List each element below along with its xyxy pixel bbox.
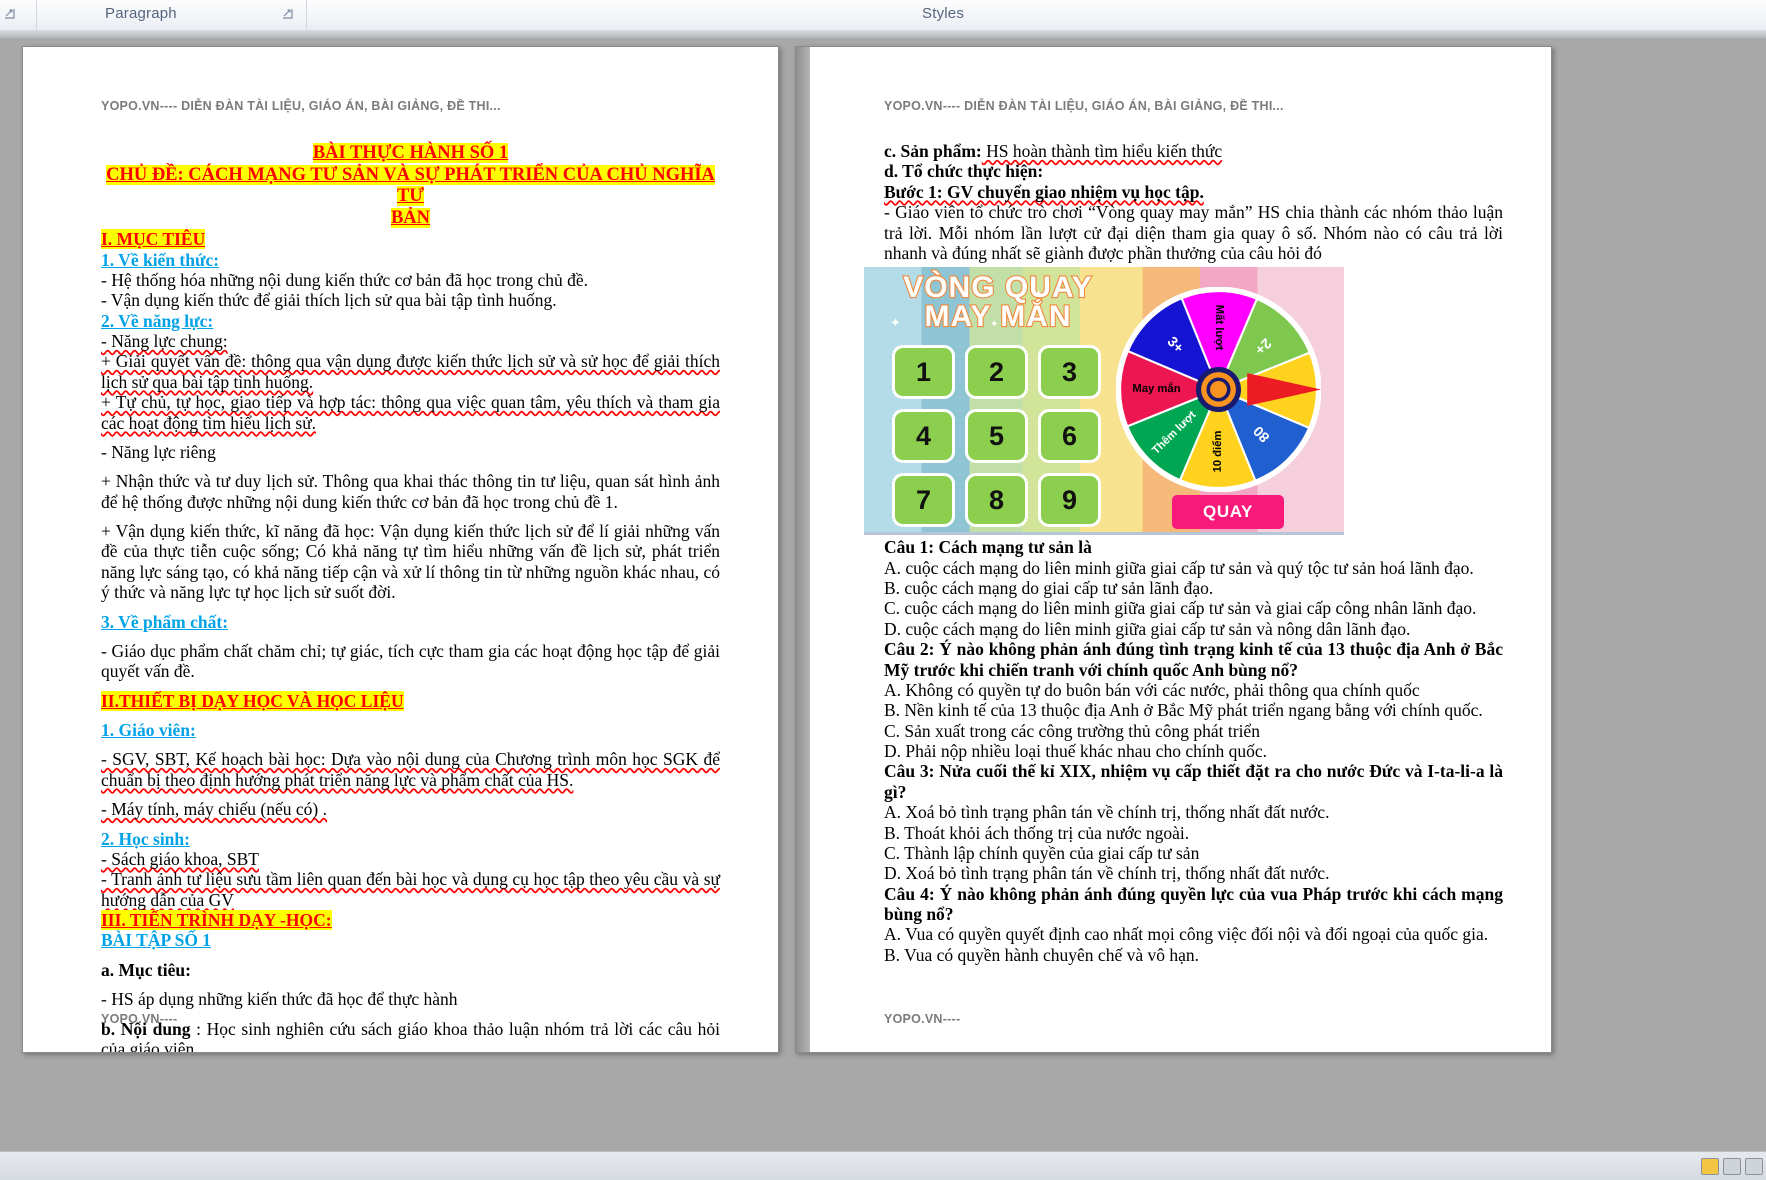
question-option: B. Thoát khỏi ách thống trị của nước ngo… — [884, 822, 1190, 843]
line-kien-thuc-1: - Hệ thống hóa những nội dung kiến thức … — [101, 269, 589, 290]
line-hoc-sinh-2: - Tranh ảnh tư liệu sưu tầm liên quan đế… — [101, 869, 720, 910]
status-bar[interactable] — [0, 1151, 1766, 1180]
ribbon-group-styles-label: Styles — [922, 5, 965, 22]
sparkle-icon: ✦ — [990, 319, 999, 331]
line-nang-luc-chung: - Năng lực chung: — [101, 331, 228, 352]
font-dialog-launcher-icon[interactable] — [4, 8, 15, 19]
number-cell-9[interactable]: 9 — [1038, 473, 1101, 528]
heading-muc-tieu: I. MỤC TIÊU — [101, 229, 206, 250]
doc-title-line1: BÀI THỰC HÀNH SỐ 1 — [312, 143, 509, 163]
line-giao-vien-1: - SGV, SBT, Kế hoạch bài học: Dựa vào nộ… — [101, 749, 720, 790]
view-mode-web-layout-icon[interactable] — [1723, 1158, 1741, 1175]
line-kien-thuc-2: - Vận dụng kiến thức để giải thích lịch … — [101, 290, 557, 311]
heading-a-muc-tieu: a. Mục tiêu: — [101, 959, 191, 980]
question-stem: Câu 1: Cách mạng tư sản là — [884, 537, 1092, 558]
line-nang-luc-rieng: - Năng lực riêng — [101, 441, 216, 462]
number-cell-4[interactable]: 4 — [892, 409, 955, 464]
heading-tien-trinh: III. TIẾN TRÌNH DẠY -HỌC: — [101, 910, 332, 931]
question-option: C. Thành lập chính quyền của giai cấp tư… — [884, 842, 1200, 863]
question-option: B. Vua có quyền hành chuyên chế và vô hạ… — [884, 944, 1199, 965]
question-list: Câu 1: Cách mạng tư sản là A. cuộc cách … — [884, 537, 1503, 965]
heading-hoc-sinh: 2. Học sinh: — [101, 828, 190, 849]
page-footer-left: YOPO.VN---- — [101, 1012, 178, 1026]
heading-kien-thuc: 1. Về kiến thức: — [101, 249, 220, 270]
wheel-hub-mid — [1201, 372, 1236, 408]
question-option: B. Nền kinh tế của 13 thuộc địa Anh ở Bắ… — [884, 700, 1483, 721]
question-stem: Câu 3: Nửa cuối thế kỉ XIX, nhiệm vụ cấp… — [884, 761, 1503, 802]
spin-wheel[interactable]: Mất lượt2+1+8010 điểmThêm lượtMay mắn3+ — [1116, 287, 1321, 493]
wheel-sector-label: 10 điểm — [1212, 431, 1224, 473]
line-nang-luc-4: + Vận dụng kiến thức, kĩ năng đã học: Vậ… — [101, 521, 720, 603]
ribbon-bar: Paragraph Styles — [0, 0, 1766, 31]
heading-pham-chat: 3. Về phẩm chất: — [101, 611, 229, 632]
spin-button[interactable]: QUAY — [1172, 495, 1284, 530]
heading-giao-vien: 1. Giáo viên: — [101, 720, 196, 741]
line-nang-luc-3: + Nhận thức và tư duy lịch sử. Thông qua… — [101, 471, 720, 512]
paragraph-dialog-launcher-icon[interactable] — [282, 8, 293, 19]
view-mode-print-layout-icon[interactable] — [1701, 1158, 1719, 1175]
line-giao-vien-2: - Máy tính, máy chiếu (nếu có) . — [101, 799, 327, 820]
question-option: D. Phải nộp nhiều loại thuế khác nhau ch… — [884, 741, 1267, 761]
line-d-to-chuc: d. Tổ chức thực hiện: — [884, 161, 1044, 182]
question-stem: Câu 2: Ý nào không phản ánh đúng tình tr… — [884, 639, 1503, 680]
document-page-left[interactable]: YOPO.VN---- DIỄN ĐÀN TÀI LIỆU, GIÁO ÁN, … — [22, 46, 779, 1053]
question-option: A. Không có quyền tự do buôn bán với các… — [884, 679, 1420, 700]
doc-title-line2: CHỦ ĐỀ: CÁCH MẠNG TƯ SẢN VÀ SỰ PHÁT TRIỂ… — [106, 164, 715, 207]
question-option: D. Xoá bỏ tình trạng phân tán về chính t… — [884, 863, 1330, 884]
line-c-san-pham: c. Sản phẩm: HS hoàn thành tìm hiểu kiến… — [884, 141, 1223, 161]
lucky-wheel-image[interactable]: VÒNG QUAY MAY MẮN ✦ ✦ ✦ 1 2 3 4 5 6 7 8 … — [864, 267, 1344, 536]
line-hoc-sinh-1: - Sách giáo khoa, SBT — [101, 848, 259, 869]
question-option: D. cuộc cách mạng do liên minh giữa giai… — [884, 618, 1411, 639]
number-cell-2[interactable]: 2 — [965, 345, 1028, 400]
ribbon-group-paragraph-label: Paragraph — [105, 5, 177, 22]
document-workspace[interactable]: YOPO.VN---- DIỄN ĐÀN TÀI LIỆU, GIÁO ÁN, … — [0, 38, 1766, 1158]
number-grid[interactable]: 1 2 3 4 5 6 7 8 9 — [892, 345, 1101, 528]
question-option: C. cuộc cách mạng do liên minh giữa giai… — [884, 598, 1477, 619]
question-option: A. Xoá bỏ tình trạng phân tán về chính t… — [884, 802, 1330, 823]
line-nang-luc-2: + Tự chủ, tự học, giao tiếp và hợp tác: … — [101, 392, 720, 433]
wheel-sector-label: Mất lượt — [1213, 305, 1225, 351]
number-cell-8[interactable]: 8 — [965, 473, 1028, 528]
question-option: C. Sản xuất trong các công trường thủ cô… — [884, 720, 1260, 741]
number-cell-7[interactable]: 7 — [892, 473, 955, 528]
line-buoc-1-body: - Giáo viên tổ chức trò chơi “Vòng quay … — [884, 202, 1503, 263]
doc-title-line3: BẢN — [390, 207, 431, 228]
line-pham-chat-1: - Giáo dục phẩm chất chăm chỉ; tự giác, … — [101, 640, 720, 682]
heading-thiet-bi: II.THIẾT BỊ DẠY HỌC VÀ HỌC LIỆU — [101, 690, 404, 711]
question-stem: Câu 4: Ý nào không phản ánh đúng quyền l… — [884, 883, 1503, 924]
ribbon-group-paragraph[interactable]: Paragraph — [37, 0, 307, 30]
number-cell-3[interactable]: 3 — [1038, 345, 1101, 400]
heading-bai-tap: BÀI TẬP SỐ 1 — [101, 930, 212, 951]
question-option: A. Vua có quyền quyết định cao nhất mọi … — [884, 924, 1489, 945]
document-page-right[interactable]: YOPO.VN---- DIỄN ĐÀN TÀI LIỆU, GIÁO ÁN, … — [795, 46, 1552, 1053]
ribbon-group-styles[interactable]: Styles — [307, 0, 1766, 30]
question-option: A. cuộc cách mạng do liên minh giữa giai… — [884, 557, 1474, 578]
heading-nang-luc: 2. Về năng lực: — [101, 310, 214, 331]
number-cell-5[interactable]: 5 — [965, 409, 1028, 464]
line-nang-luc-1: + Giải quyết vấn đề: thông qua vận dụng … — [101, 351, 720, 392]
line-a-1: - HS áp dụng những kiến thức đã học để t… — [101, 989, 458, 1010]
sparkle-icon: ✦ — [1034, 289, 1043, 301]
sparkle-icon: ✦ — [890, 315, 901, 331]
page-header-left: YOPO.VN---- DIỄN ĐÀN TÀI LIỆU, GIÁO ÁN, … — [101, 99, 501, 113]
heading-b-noi-dung: b. Nội dung : Học sinh nghiên cứu sách g… — [101, 1018, 720, 1053]
number-cell-6[interactable]: 6 — [1038, 409, 1101, 464]
view-mode-outline-icon[interactable] — [1745, 1158, 1763, 1175]
number-cell-1[interactable]: 1 — [892, 345, 955, 400]
ribbon-separator — [0, 30, 1766, 38]
line-buoc-1: Bước 1: GV chuyển giao nhiệm vụ học tập. — [884, 181, 1204, 202]
question-option: B. cuộc cách mạng do giai cấp tư sản lãn… — [884, 578, 1214, 598]
wheel-sector-label: May mắn — [1132, 382, 1180, 395]
page-header-right: YOPO.VN---- DIỄN ĐÀN TÀI LIỆU, GIÁO ÁN, … — [884, 99, 1284, 113]
page-footer-right: YOPO.VN---- — [884, 1012, 961, 1026]
